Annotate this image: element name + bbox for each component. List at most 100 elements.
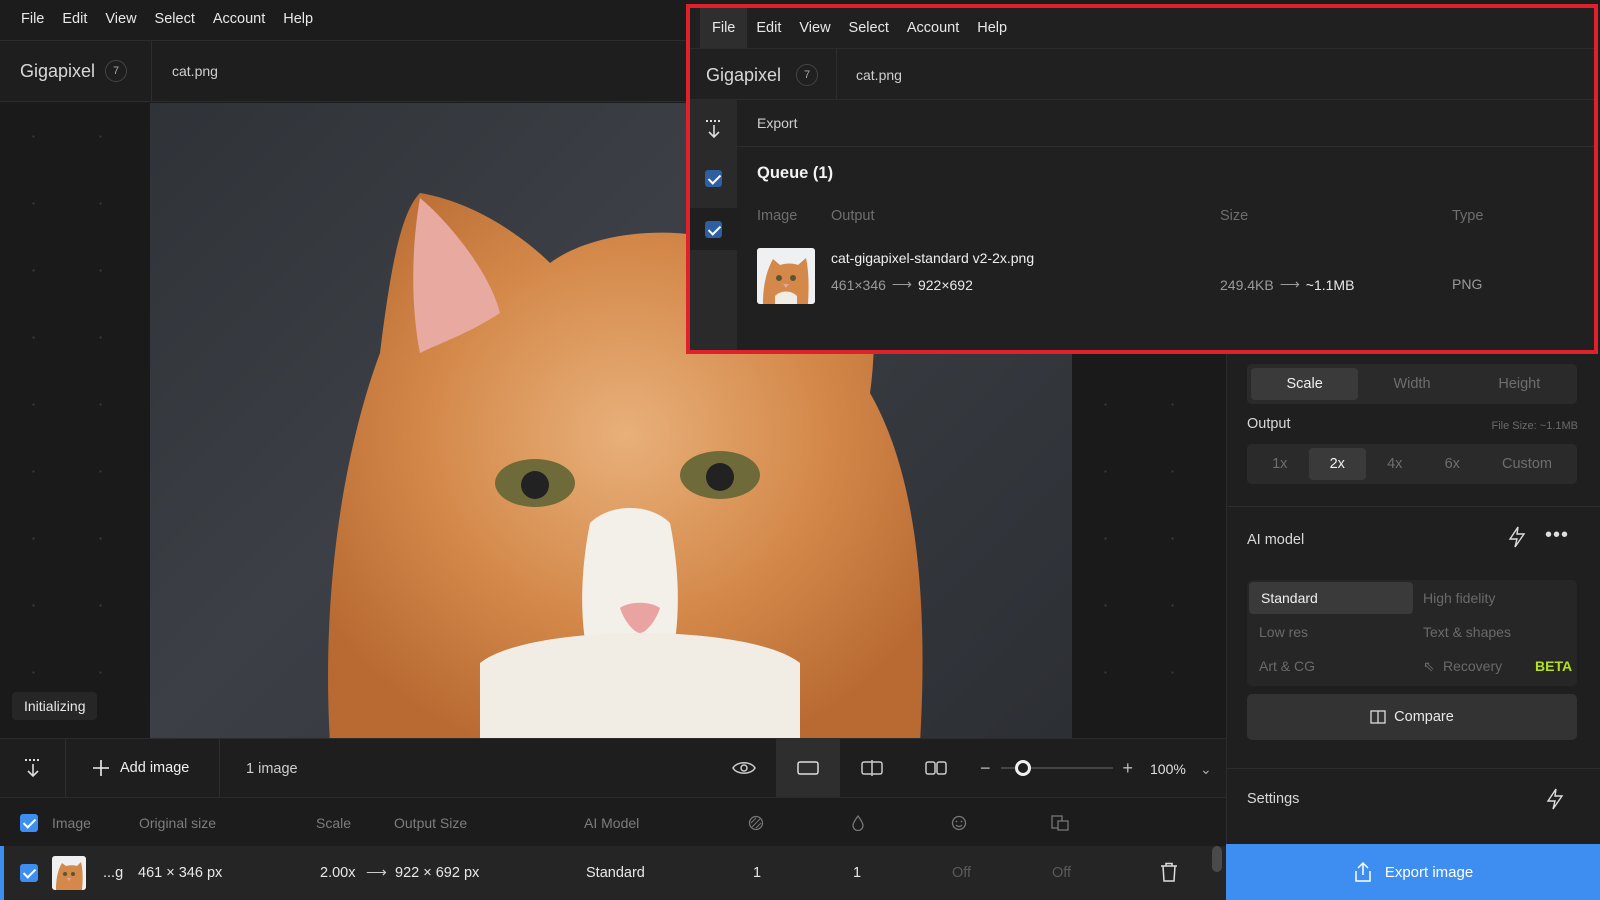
row-sharpen-value[interactable]: 1	[853, 846, 861, 900]
menu-help[interactable]: Help	[274, 0, 322, 38]
divider	[836, 49, 837, 99]
download-queue-button[interactable]	[690, 108, 737, 150]
menu-edit[interactable]: Edit	[53, 0, 96, 38]
export-queue-popover: File Edit View Select Account Help Gigap…	[686, 4, 1598, 354]
image-count: 1 image	[246, 761, 298, 777]
row-ai-model[interactable]: Standard	[586, 846, 645, 900]
beta-badge: BETA	[1535, 658, 1573, 674]
notification-badge[interactable]: 7	[796, 64, 818, 86]
zoom-out-icon[interactable]: −	[980, 758, 991, 779]
queue-thumbnail	[757, 248, 815, 304]
model-high-fidelity[interactable]: High fidelity	[1423, 582, 1495, 614]
tab-width[interactable]: Width	[1358, 368, 1465, 400]
divider	[1227, 768, 1600, 769]
single-view-button[interactable]	[776, 739, 840, 797]
queue-item-checkbox[interactable]	[690, 208, 737, 250]
menu-view[interactable]: View	[96, 0, 145, 38]
menu-select[interactable]: Select	[840, 20, 898, 36]
scale-custom[interactable]: Custom	[1481, 448, 1573, 480]
menu-account[interactable]: Account	[204, 0, 274, 38]
model-recovery[interactable]: Recovery	[1443, 650, 1502, 682]
queue-output-filename: cat-gigapixel-standard v2-2x.png	[831, 250, 1035, 266]
denoise-icon	[748, 815, 764, 834]
scale-4x[interactable]: 4x	[1366, 448, 1424, 480]
table-row[interactable]: ...g 461 × 346 px 2.00x ⟶ 922 × 692 px S…	[0, 846, 1226, 900]
menu-file[interactable]: File	[700, 8, 748, 48]
tab-scale[interactable]: Scale	[1251, 368, 1359, 400]
title-bar: Gigapixel 7 cat.png	[690, 48, 1594, 100]
model-standard[interactable]: Standard	[1249, 582, 1413, 614]
row-denoise-value[interactable]: 1	[753, 846, 761, 900]
file-size-hint: File Size: ~1.1MB	[1491, 420, 1578, 432]
tab-height[interactable]: Height	[1466, 368, 1573, 400]
trash-icon[interactable]	[1160, 862, 1178, 888]
file-tab[interactable]: cat.png	[172, 41, 218, 101]
col-output: Output	[831, 208, 875, 224]
app-name: Gigapixel	[20, 60, 96, 81]
add-image-button[interactable]: Add image	[66, 739, 220, 797]
dims-from: 461×346	[831, 276, 886, 293]
compare-label: Compare	[1394, 709, 1454, 725]
lightning-icon[interactable]	[1545, 788, 1565, 813]
row-checkbox[interactable]	[20, 864, 38, 887]
notification-badge[interactable]: 7	[105, 60, 128, 82]
zoom-in-icon[interactable]: +	[1123, 758, 1134, 779]
compare-button[interactable]: Compare	[1247, 694, 1577, 740]
download-icon	[705, 120, 722, 139]
export-icon	[1355, 861, 1371, 882]
table-scrollbar[interactable]	[1212, 846, 1222, 872]
zoom-slider-handle[interactable]	[1014, 760, 1031, 776]
file-tab[interactable]: cat.png	[856, 49, 902, 101]
menu-edit[interactable]: Edit	[747, 20, 790, 36]
app-title: Gigapixel 7	[0, 41, 152, 101]
zoom-control: − +	[980, 739, 1133, 797]
size-to: ~1.1MB	[1305, 276, 1355, 293]
menu-view[interactable]: View	[790, 20, 839, 36]
menu-file[interactable]: File	[12, 0, 53, 38]
app-window: File Edit View Select Account Help Gigap…	[0, 0, 1600, 900]
zoom-level[interactable]: 100%	[1150, 739, 1186, 799]
queue-type: PNG	[1452, 276, 1483, 292]
row-output-size: 922 × 692 px	[395, 865, 480, 881]
chevron-down-icon[interactable]: ⌄	[1200, 739, 1212, 799]
dims-to: 922×692	[917, 276, 973, 293]
ai-model-selector: Standard High fidelity Low res Text & sh…	[1247, 580, 1577, 686]
row-filename: ...g	[103, 865, 124, 881]
menu-account[interactable]: Account	[898, 20, 968, 36]
col-image: Image	[757, 208, 798, 224]
output-label: Output	[1247, 416, 1291, 432]
col-type: Type	[1452, 208, 1484, 224]
droplet-icon	[851, 814, 865, 834]
col-output-size: Output Size	[394, 815, 468, 831]
preview-toggle-button[interactable]	[712, 739, 776, 797]
enhance-text-icon	[1051, 815, 1069, 834]
row-face-value[interactable]: Off	[952, 846, 971, 900]
lightning-icon[interactable]	[1507, 526, 1527, 551]
export-label: Export	[757, 115, 798, 131]
arrow-right-icon: ⟶	[891, 276, 912, 292]
split-view-button[interactable]	[840, 739, 904, 797]
side-by-side-button[interactable]	[904, 739, 968, 797]
side-by-side-icon	[925, 761, 947, 775]
select-all-checkbox[interactable]	[20, 814, 38, 836]
zoom-slider[interactable]	[1000, 760, 1113, 776]
download-queue-button[interactable]	[0, 739, 66, 797]
row-original-size: 461 × 346 px	[138, 865, 223, 881]
scale-6x[interactable]: 6x	[1424, 448, 1482, 480]
scale-1x[interactable]: 1x	[1251, 448, 1309, 480]
split-view-icon	[861, 760, 883, 776]
bottom-toolbar: Add image 1 image − + 100% ⌄	[0, 738, 1226, 798]
export-image-button[interactable]: Export image	[1226, 844, 1600, 900]
more-options-icon[interactable]: •••	[1545, 524, 1569, 547]
queue-checkbox[interactable]	[690, 158, 737, 198]
row-text-value[interactable]: Off	[1052, 846, 1071, 900]
menu-select[interactable]: Select	[146, 0, 204, 38]
menu-bar: File Edit View Select Account Help	[0, 0, 322, 38]
queue-title: Queue (1)	[757, 164, 834, 182]
scale-2x[interactable]: 2x	[1308, 448, 1366, 480]
arrow-right-icon: ⟶	[366, 865, 387, 881]
model-text-shapes[interactable]: Text & shapes	[1423, 616, 1511, 648]
model-art-cg[interactable]: Art & CG	[1259, 650, 1315, 682]
model-low-res[interactable]: Low res	[1259, 616, 1308, 648]
menu-help[interactable]: Help	[968, 20, 1016, 36]
